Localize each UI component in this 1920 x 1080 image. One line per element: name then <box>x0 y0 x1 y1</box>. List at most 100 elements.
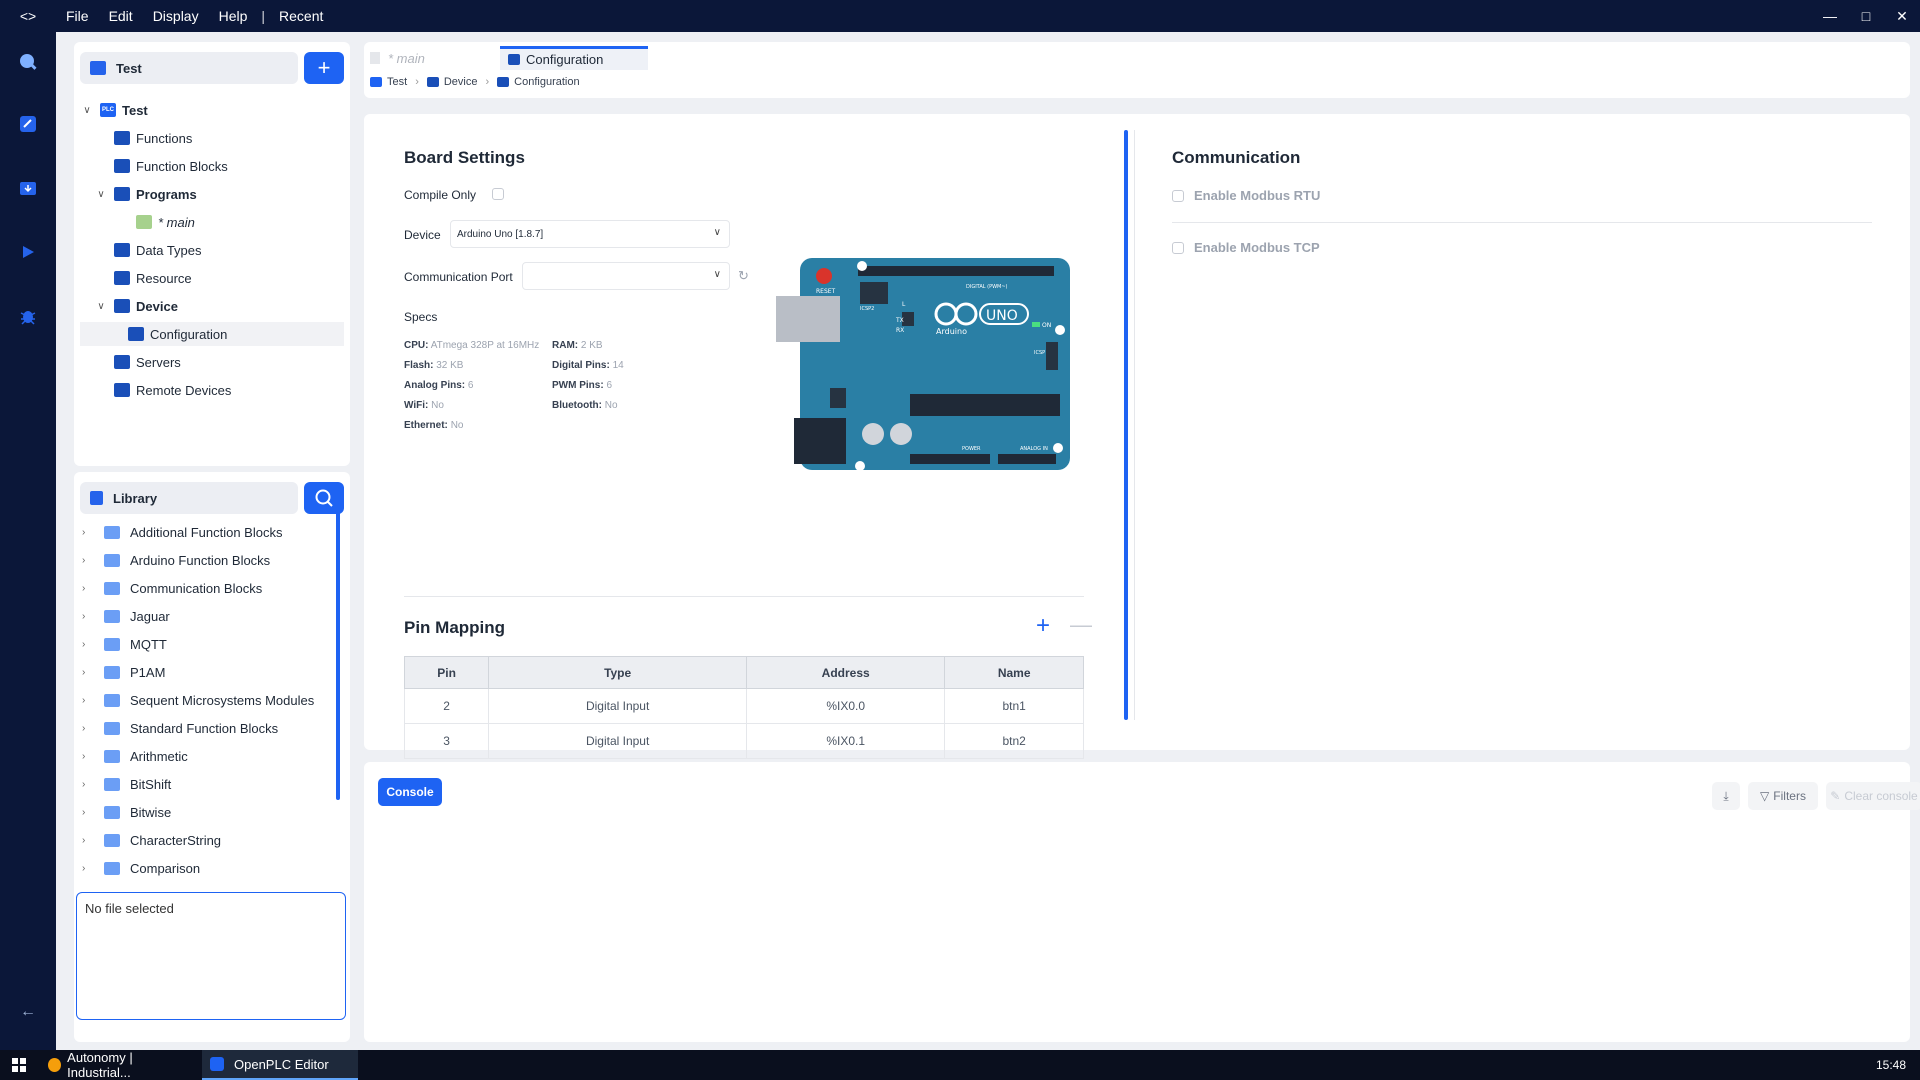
column-header[interactable]: Pin <box>403 656 490 689</box>
file-info-box: No file selected <box>76 892 346 1020</box>
function-blocks-icon <box>114 159 130 173</box>
breadcrumb-item[interactable]: Test <box>387 76 407 88</box>
folder-icon <box>104 833 120 847</box>
panel-resizer[interactable] <box>1124 130 1128 720</box>
spec-cpu: CPU: ATmega 328P at 16MHz <box>404 340 540 351</box>
library-item[interactable]: › P1AM <box>82 660 165 684</box>
table-cell[interactable]: Digital Input <box>488 688 748 724</box>
tree-label: Test <box>122 102 148 118</box>
library-item[interactable]: › MQTT <box>82 632 167 656</box>
library-item-label: Communication Blocks <box>130 580 263 596</box>
clear-console-button[interactable]: ✎ Clear console <box>1826 782 1920 810</box>
remove-pin-icon[interactable]: — <box>1070 612 1092 638</box>
windows-start-icon[interactable] <box>4 1050 34 1080</box>
add-button[interactable]: + <box>304 52 344 84</box>
column-header[interactable]: Address <box>746 656 946 689</box>
communication-port-select[interactable]: ∨ <box>522 262 730 290</box>
library-item[interactable]: › Comparison <box>82 856 200 880</box>
taskbar-item-openplc[interactable]: OpenPLC Editor <box>202 1050 358 1080</box>
tree-item-configuration[interactable]: Configuration <box>80 322 344 346</box>
breadcrumb-item[interactable]: Configuration <box>514 76 579 88</box>
table-cell[interactable]: Digital Input <box>488 723 748 759</box>
communication-port-label: Communication Port <box>404 270 513 284</box>
search-icon <box>315 489 333 507</box>
compile-icon[interactable] <box>16 112 40 136</box>
tree-item-servers[interactable]: Servers <box>114 350 181 374</box>
modbus-tcp-checkbox[interactable] <box>1172 242 1184 254</box>
functions-icon <box>114 131 130 145</box>
library-item[interactable]: › Sequent Microsystems Modules <box>82 688 314 712</box>
library-item-label: Comparison <box>130 860 201 876</box>
configuration-icon <box>128 327 144 341</box>
close-icon[interactable]: ✕ <box>1884 0 1920 32</box>
tree-item-device[interactable]: ∨ Device <box>94 294 178 318</box>
table-cell[interactable]: %IX0.0 <box>746 688 946 724</box>
tree-item-data-types[interactable]: Data Types <box>114 238 202 262</box>
library-item[interactable]: › Additional Function Blocks <box>82 520 282 544</box>
play-icon[interactable] <box>16 240 40 264</box>
library-item[interactable]: › Communication Blocks <box>82 576 262 600</box>
maximize-icon[interactable]: □ <box>1848 0 1884 32</box>
tree-item-main[interactable]: * main <box>136 210 195 234</box>
menu-edit[interactable]: Edit <box>99 8 143 24</box>
tab-main[interactable]: * main <box>370 46 425 70</box>
table-cell[interactable]: btn1 <box>944 688 1084 724</box>
tree-item-resource[interactable]: Resource <box>114 266 192 290</box>
spec-ethernet: Ethernet: No <box>404 420 464 431</box>
taskbar-item-browser[interactable]: Autonomy | Industrial... <box>40 1050 200 1080</box>
tree-item-function-blocks[interactable]: Function Blocks <box>114 154 228 178</box>
table-cell[interactable]: 2 <box>403 688 490 724</box>
menu-file[interactable]: File <box>56 8 99 24</box>
console-button[interactable]: Console <box>378 778 442 806</box>
add-pin-icon[interactable]: + <box>1036 612 1050 640</box>
library-item[interactable]: › Jaguar <box>82 604 170 628</box>
library-item[interactable]: › Bitwise <box>82 800 171 824</box>
library-item[interactable]: › Arduino Function Blocks <box>82 548 270 572</box>
library-item-label: Arduino Function Blocks <box>130 552 271 568</box>
column-header[interactable]: Name <box>944 656 1084 689</box>
filters-button[interactable]: ▽ Filters <box>1748 782 1818 810</box>
tree-item-remote-devices[interactable]: Remote Devices <box>114 378 231 402</box>
library-header[interactable]: Library <box>80 482 298 514</box>
menu-help[interactable]: Help <box>209 8 258 24</box>
menu-recent[interactable]: Recent <box>269 8 333 24</box>
console-panel: Console ⤓ ▽ Filters ✎ Clear console <box>364 762 1920 1042</box>
spec-analog-pins: Analog Pins: 6 <box>404 380 474 391</box>
tree-item-programs[interactable]: ∨ Programs <box>94 182 196 206</box>
column-header[interactable]: Type <box>488 656 748 689</box>
tree-item-functions[interactable]: Functions <box>114 126 192 150</box>
collapse-arrow-icon[interactable]: ← <box>16 1000 40 1024</box>
table-cell[interactable]: 3 <box>403 723 490 759</box>
table-cell[interactable]: %IX0.1 <box>746 723 946 759</box>
library-item[interactable]: › Arithmetic <box>82 744 188 768</box>
library-item[interactable]: › CharacterString <box>82 828 221 852</box>
download-log-button[interactable]: ⤓ <box>1712 782 1740 810</box>
modbus-rtu-checkbox[interactable] <box>1172 190 1184 202</box>
refresh-icon[interactable]: ↻ <box>738 268 749 284</box>
device-label: Device <box>404 228 441 242</box>
device-select[interactable]: Arduino Uno [1.8.7] ∨ <box>450 220 730 248</box>
title-bar: <> File Edit Display Help | Recent — □ ✕ <box>0 0 1920 32</box>
minimize-icon[interactable]: — <box>1812 0 1848 32</box>
table-row[interactable]: 3 Digital Input %IX0.1 btn2 <box>403 723 1084 759</box>
breadcrumb-item[interactable]: Device <box>444 76 478 88</box>
library-item[interactable]: › BitShift <box>82 772 171 796</box>
debug-bug-icon[interactable] <box>16 304 40 328</box>
rx-label: RX <box>896 327 904 334</box>
library-scrollbar[interactable] <box>336 510 340 800</box>
code-icon[interactable]: <> <box>0 8 56 24</box>
editor-tabs-bar: * main Configuration Test › Device › Con… <box>364 42 1910 98</box>
device-value: Arduino Uno [1.8.7] <box>457 228 544 240</box>
search-icon[interactable] <box>16 50 40 74</box>
table-row[interactable]: 2 Digital Input %IX0.0 btn1 <box>403 688 1084 724</box>
folder-icon <box>104 805 120 819</box>
menu-display[interactable]: Display <box>143 8 209 24</box>
project-header[interactable]: Test <box>80 52 298 84</box>
compile-only-checkbox[interactable] <box>492 188 504 200</box>
download-icon[interactable] <box>16 176 40 200</box>
taskbar-label: Autonomy | Industrial... <box>67 1050 133 1080</box>
library-item[interactable]: › Standard Function Blocks <box>82 716 278 740</box>
tab-configuration[interactable]: Configuration <box>500 46 648 70</box>
table-cell[interactable]: btn2 <box>944 723 1084 759</box>
tree-item-test[interactable]: ∨ PLC Test <box>80 98 340 122</box>
